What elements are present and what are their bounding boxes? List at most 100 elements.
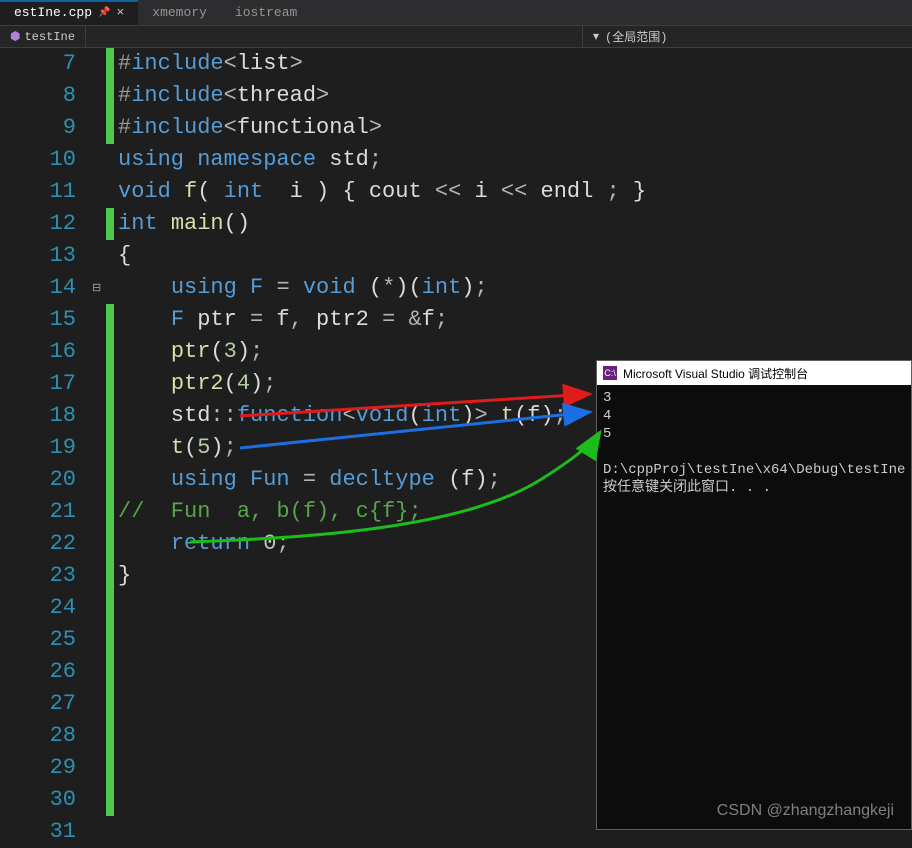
line-number: 15 xyxy=(0,304,76,336)
fold-toggle xyxy=(92,528,106,560)
scope-label: (全局范围) xyxy=(605,28,667,45)
watermark: CSDN @zhangzhangkeji xyxy=(717,802,894,820)
change-marker xyxy=(106,400,114,432)
line-number: 28 xyxy=(0,720,76,752)
line-number: 19 xyxy=(0,432,76,464)
line-number: 17 xyxy=(0,368,76,400)
tab-label: estIne.cpp xyxy=(14,5,92,20)
change-marker xyxy=(106,464,114,496)
debug-console-window[interactable]: C:\ Microsoft Visual Studio 调试控制台 345 D:… xyxy=(596,360,912,830)
line-number: 26 xyxy=(0,656,76,688)
line-number: 29 xyxy=(0,752,76,784)
change-marker xyxy=(106,304,114,336)
change-marker xyxy=(106,48,114,80)
scope-dropdown[interactable]: ▾ (全局范围) xyxy=(582,26,912,47)
change-marker xyxy=(106,272,114,304)
line-number: 8 xyxy=(0,80,76,112)
line-number: 31 xyxy=(0,816,76,848)
code-line[interactable]: #include<functional> xyxy=(118,112,912,144)
fold-toggle[interactable]: ⊟ xyxy=(92,272,106,304)
tab-label: iostream xyxy=(235,5,297,20)
chevron-down-icon: ▾ xyxy=(593,29,599,44)
change-marker xyxy=(106,656,114,688)
line-number: 14 xyxy=(0,272,76,304)
line-number: 23 xyxy=(0,560,76,592)
change-marker-column xyxy=(106,48,114,832)
change-marker xyxy=(106,592,114,624)
change-marker xyxy=(106,560,114,592)
console-line xyxy=(603,443,905,461)
fold-toggle xyxy=(92,752,106,784)
code-line[interactable]: using namespace std; xyxy=(118,144,912,176)
line-number: 21 xyxy=(0,496,76,528)
fold-column[interactable]: ⊟ xyxy=(92,48,106,832)
line-number: 13 xyxy=(0,240,76,272)
line-number: 11 xyxy=(0,176,76,208)
console-titlebar[interactable]: C:\ Microsoft Visual Studio 调试控制台 xyxy=(597,361,911,385)
tab-label: xmemory xyxy=(152,5,207,20)
change-marker xyxy=(106,80,114,112)
code-line[interactable]: #include<list> xyxy=(118,48,912,80)
change-marker xyxy=(106,112,114,144)
change-marker xyxy=(106,176,114,208)
line-number: 18 xyxy=(0,400,76,432)
fold-toggle xyxy=(92,48,106,80)
fold-toggle xyxy=(92,112,106,144)
tab-file-active[interactable]: estIne.cpp 📌 × xyxy=(0,0,138,25)
console-line: D:\cppProj\testIne\x64\Debug\testIne xyxy=(603,461,905,479)
code-line[interactable]: void f( int i ) { cout << i << endl ; } xyxy=(118,176,912,208)
fold-toggle xyxy=(92,816,106,848)
tab-file[interactable]: xmemory xyxy=(138,0,221,25)
console-line: 5 xyxy=(603,425,905,443)
code-line[interactable]: int main() xyxy=(118,208,912,240)
change-marker xyxy=(106,240,114,272)
console-line: 3 xyxy=(603,389,905,407)
fold-toggle xyxy=(92,144,106,176)
code-line[interactable]: #include<thread> xyxy=(118,80,912,112)
line-number: 12 xyxy=(0,208,76,240)
project-icon: ⬢ xyxy=(10,29,20,44)
fold-toggle xyxy=(92,656,106,688)
code-line[interactable]: { xyxy=(118,240,912,272)
fold-toggle xyxy=(92,368,106,400)
fold-toggle xyxy=(92,464,106,496)
nav-bar: ⬢ testIne ▾ (全局范围) xyxy=(0,26,912,48)
change-marker xyxy=(106,752,114,784)
change-marker xyxy=(106,688,114,720)
line-number: 24 xyxy=(0,592,76,624)
fold-toggle xyxy=(92,496,106,528)
fold-toggle xyxy=(92,304,106,336)
console-line: 4 xyxy=(603,407,905,425)
fold-toggle xyxy=(92,176,106,208)
code-line[interactable]: using F = void (*)(int); xyxy=(118,272,912,304)
line-number: 25 xyxy=(0,624,76,656)
change-marker xyxy=(106,368,114,400)
line-number: 30 xyxy=(0,784,76,816)
change-marker xyxy=(106,144,114,176)
breadcrumb[interactable]: ⬢ testIne xyxy=(0,26,86,47)
fold-toggle xyxy=(92,432,106,464)
change-marker xyxy=(106,208,114,240)
line-number: 27 xyxy=(0,688,76,720)
console-output: 345 D:\cppProj\testIne\x64\Debug\testIne… xyxy=(597,385,911,501)
console-line: 按任意键关闭此窗口. . . xyxy=(603,479,905,497)
code-line[interactable]: F ptr = f, ptr2 = &f; xyxy=(118,304,912,336)
tab-bar: estIne.cpp 📌 × xmemory iostream xyxy=(0,0,912,26)
close-icon[interactable]: × xyxy=(116,5,124,20)
fold-toggle xyxy=(92,560,106,592)
line-number: 22 xyxy=(0,528,76,560)
change-marker xyxy=(106,432,114,464)
change-marker xyxy=(106,336,114,368)
line-number: 10 xyxy=(0,144,76,176)
change-marker xyxy=(106,720,114,752)
pin-icon[interactable]: 📌 xyxy=(98,7,110,19)
fold-toggle xyxy=(92,80,106,112)
line-number: 16 xyxy=(0,336,76,368)
tab-file[interactable]: iostream xyxy=(221,0,311,25)
fold-toggle xyxy=(92,784,106,816)
fold-toggle xyxy=(92,240,106,272)
fold-toggle xyxy=(92,720,106,752)
fold-toggle xyxy=(92,688,106,720)
fold-toggle xyxy=(92,400,106,432)
fold-toggle xyxy=(92,624,106,656)
